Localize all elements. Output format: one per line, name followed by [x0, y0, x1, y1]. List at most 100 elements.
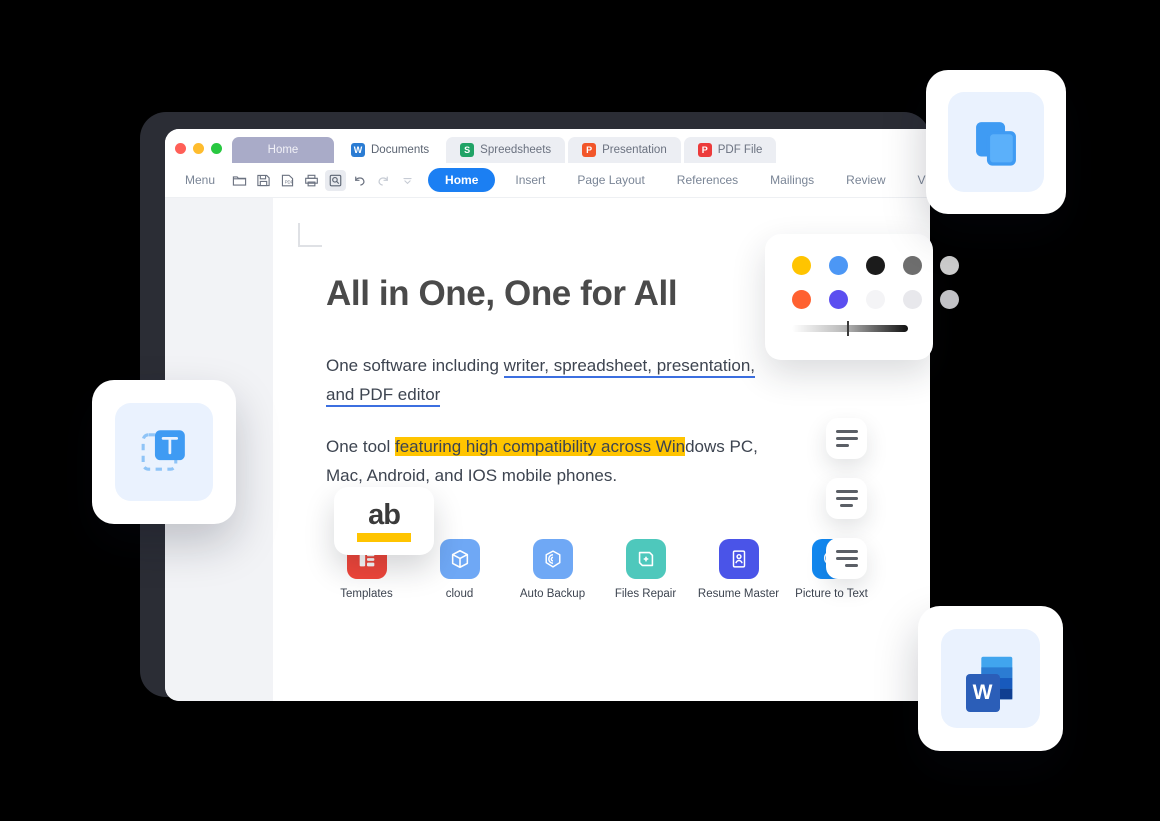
- ribbon-tab-review[interactable]: Review: [830, 173, 901, 187]
- swatch-mid-gray[interactable]: [940, 290, 959, 309]
- app-label-files-repair: Files Repair: [614, 588, 677, 600]
- app-label-auto-backup: Auto Backup: [519, 588, 586, 600]
- align-right-line-2: [835, 556, 858, 561]
- paragraph1-plain: One software including: [326, 356, 504, 375]
- palette-row-2[interactable]: [792, 290, 959, 309]
- tab-pdf-file[interactable]: P PDF File: [683, 137, 777, 163]
- save-icon[interactable]: [253, 170, 274, 191]
- swatch-orange[interactable]: [792, 290, 811, 309]
- highlighter-card[interactable]: ab: [334, 487, 434, 555]
- app-label-picture-to-text: Picture to Text: [795, 588, 868, 600]
- align-left-line-1: [835, 429, 858, 434]
- pdf-file-icon: P: [697, 143, 712, 157]
- tab-home[interactable]: Home: [232, 137, 334, 163]
- word-document-card[interactable]: W: [918, 606, 1063, 751]
- copy-icon: [948, 92, 1044, 192]
- minimize-window-icon[interactable]: [193, 143, 204, 154]
- brightness-slider-knob[interactable]: [847, 321, 849, 336]
- ribbon-menu[interactable]: Home Insert Page Layout References Maili…: [428, 168, 930, 192]
- close-window-icon[interactable]: [175, 143, 186, 154]
- traffic-lights[interactable]: [175, 143, 222, 163]
- tab-documents-label: Documents: [371, 144, 430, 156]
- document-paragraph-2: One tool featuring high compatibility ac…: [326, 432, 826, 490]
- files-repair-icon: [625, 539, 666, 579]
- menu-label[interactable]: Menu: [185, 173, 215, 187]
- swatch-yellow[interactable]: [792, 256, 811, 275]
- window-titlebar: Home W Documents S Spreedsheets P Presen…: [165, 129, 930, 163]
- paragraph2-plain-start: One tool: [326, 437, 395, 456]
- align-right-line-3: [844, 563, 858, 568]
- tab-presentation[interactable]: P Presentation: [568, 137, 681, 163]
- word-letter-glyph: W: [965, 673, 1000, 712]
- app-shortcut-files-repair[interactable]: Files Repair: [599, 539, 692, 600]
- palette-row-1[interactable]: [792, 256, 959, 275]
- ab-highlight-icon: ab: [368, 498, 401, 531]
- app-label-resume-master: Resume Master: [697, 588, 780, 600]
- print-icon[interactable]: [301, 170, 322, 191]
- brightness-slider[interactable]: [792, 325, 908, 332]
- swatch-dark-gray[interactable]: [903, 256, 922, 275]
- ribbon-tab-mailings[interactable]: Mailings: [754, 173, 830, 187]
- color-palette-panel[interactable]: [765, 234, 959, 360]
- presentation-file-icon: P: [582, 143, 597, 157]
- tab-pdf-label: PDF File: [717, 144, 763, 156]
- chevron-down-icon[interactable]: [397, 170, 418, 191]
- swatch-purple[interactable]: [829, 290, 848, 309]
- swatch-black[interactable]: [866, 256, 885, 275]
- swatch-pale-gray[interactable]: [903, 290, 922, 309]
- align-left-line-3: [835, 443, 849, 448]
- align-left-button[interactable]: [826, 418, 867, 459]
- document-tabs[interactable]: Home W Documents S Spreedsheets P Presen…: [232, 137, 777, 163]
- app-window-frame: Home W Documents S Spreedsheets P Presen…: [140, 112, 930, 701]
- swatch-light-gray[interactable]: [940, 256, 959, 275]
- screenshot-stage: Home W Documents S Spreedsheets P Presen…: [0, 0, 1160, 821]
- app-label-templates: Templates: [340, 588, 393, 600]
- paragraph2-line2-end: d, and IOS mobile phones.: [415, 466, 618, 485]
- auto-backup-icon: [532, 539, 573, 579]
- text-box-icon: [115, 403, 213, 501]
- tab-home-label: Home: [267, 144, 299, 156]
- undo-icon[interactable]: [349, 170, 370, 191]
- tab-presentation-label: Presentation: [602, 144, 667, 156]
- app-label-cloud: cloud: [445, 588, 474, 600]
- ribbon-tab-references[interactable]: References: [661, 173, 754, 187]
- svg-text:PDF: PDF: [285, 179, 294, 184]
- ms-word-icon: W: [941, 629, 1040, 728]
- open-folder-icon[interactable]: [229, 170, 250, 191]
- align-center-button[interactable]: [826, 478, 867, 519]
- print-preview-icon[interactable]: [325, 169, 347, 191]
- highlight-bar: [357, 532, 411, 542]
- paragraph1-underlined-b: and PDF editor: [326, 385, 441, 407]
- align-center-line-1: [835, 489, 858, 494]
- save-as-pdf-icon[interactable]: PDF: [277, 170, 298, 191]
- ribbon-tab-home[interactable]: Home: [428, 168, 496, 192]
- ribbon-tab-insert[interactable]: Insert: [499, 173, 561, 187]
- paragraph2-plain-mid: dows PC,: [685, 437, 758, 456]
- maximize-window-icon[interactable]: [211, 143, 222, 154]
- quick-access-toolbar[interactable]: PDF: [229, 169, 418, 191]
- text-box-card[interactable]: [92, 380, 236, 524]
- tab-documents[interactable]: W Documents: [337, 137, 444, 163]
- paragraph2-line2-hidden: ac, Androi: [340, 466, 416, 485]
- app-window: Home W Documents S Spreedsheets P Presen…: [165, 129, 930, 701]
- word-file-icon: W: [351, 143, 365, 157]
- align-right-line-1: [835, 549, 858, 554]
- swatch-near-white[interactable]: [866, 290, 885, 309]
- alignment-button-group[interactable]: [826, 418, 867, 579]
- align-center-line-3: [840, 503, 853, 508]
- swatch-blue[interactable]: [829, 256, 848, 275]
- app-shortcut-resume-master[interactable]: Resume Master: [692, 539, 785, 600]
- tab-spreadsheets[interactable]: S Spreedsheets: [446, 137, 566, 163]
- redo-icon[interactable]: [373, 170, 394, 191]
- copy-duplicate-card[interactable]: [926, 70, 1066, 214]
- page-margin-corner: [298, 223, 322, 247]
- tab-spreadsheets-label: Spreedsheets: [480, 144, 552, 156]
- ribbon-toolbar: Menu PDF Home Insert Page Layout Referen…: [165, 163, 930, 198]
- align-right-button[interactable]: [826, 538, 867, 579]
- app-shortcut-auto-backup[interactable]: Auto Backup: [506, 539, 599, 600]
- paragraph1-underlined-a: writer, spreadsheet, presentation,: [503, 356, 756, 378]
- ribbon-tab-page-layout[interactable]: Page Layout: [561, 173, 660, 187]
- cloud-box-icon: [439, 539, 480, 579]
- paragraph2-highlighted: featuring high compatibility across Win: [395, 437, 686, 456]
- resume-master-icon: [718, 539, 759, 579]
